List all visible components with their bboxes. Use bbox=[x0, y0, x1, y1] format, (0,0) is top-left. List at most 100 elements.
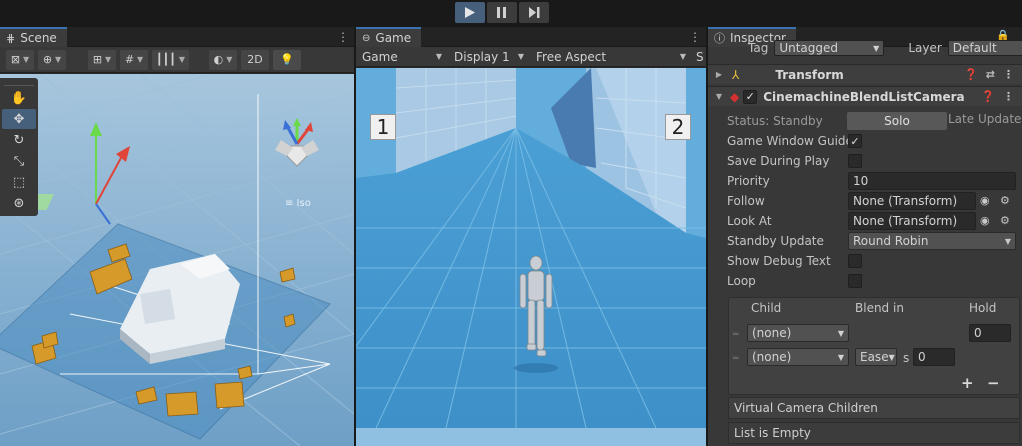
show-debug-text-row: Show Debug Text bbox=[727, 251, 847, 271]
component-enabled-checkbox[interactable]: ✓ bbox=[743, 89, 758, 104]
drag-handle-icon[interactable]: ═ bbox=[733, 354, 738, 364]
solo-button[interactable]: Solo bbox=[847, 112, 947, 130]
save-during-play-checkbox[interactable] bbox=[848, 154, 862, 168]
scene-tab-label: Scene bbox=[20, 31, 57, 45]
scale-tool-button[interactable]: ⤡ bbox=[2, 151, 36, 171]
child-select-1[interactable]: (none) ▼ bbox=[747, 348, 849, 366]
blend-time-input-1[interactable]: 0 bbox=[913, 348, 955, 366]
virtual-camera-children-header[interactable]: Virtual Camera Children bbox=[728, 397, 1020, 419]
status-row: Status: Standby bbox=[727, 111, 847, 131]
gamepad-icon: ⊖ bbox=[362, 32, 371, 44]
display-select[interactable]: Display 1 ▼ bbox=[448, 47, 530, 67]
column-hold-header: Hold bbox=[969, 301, 997, 315]
tab-scene[interactable]: ⋕ Scene bbox=[0, 27, 67, 47]
game-render bbox=[356, 68, 706, 446]
chevron-right-icon: ▶ bbox=[715, 70, 723, 79]
rect-tool-button[interactable]: ⬚ bbox=[2, 172, 36, 192]
lightbulb-icon: 💡 bbox=[280, 53, 294, 66]
add-item-button[interactable]: + bbox=[961, 374, 974, 392]
toggle-2d-label: 2D bbox=[247, 53, 263, 66]
scene-menu-icon[interactable]: ⋮ bbox=[337, 30, 349, 44]
chevron-down-icon: ▼ bbox=[679, 52, 686, 61]
child-select-0[interactable]: (none) ▼ bbox=[747, 324, 849, 342]
move-icon: ✥ bbox=[13, 111, 25, 127]
rect-icon: ⬚ bbox=[12, 174, 26, 190]
loop-checkbox[interactable] bbox=[848, 274, 862, 288]
blend-style-value-1: Ease bbox=[860, 350, 889, 364]
chevron-down-icon: ▼ bbox=[715, 92, 723, 101]
column-blend-header: Blend in bbox=[855, 301, 904, 315]
hand-tool-button[interactable]: ✋ bbox=[2, 88, 36, 108]
lighting-button[interactable]: 💡 bbox=[273, 49, 302, 70]
transform-header[interactable]: ▶ ⅄ Transform ❓ ⇄ ⋮ bbox=[708, 64, 1022, 84]
gear-icon[interactable]: ⚙ bbox=[1000, 214, 1010, 227]
layer-dropdown[interactable]: Default bbox=[947, 40, 1022, 56]
chevron-down-icon: ▼ bbox=[137, 55, 144, 64]
step-button[interactable] bbox=[519, 2, 549, 23]
children-list: List is Empty bbox=[728, 422, 1020, 444]
kebab-menu-icon[interactable]: ⋮ bbox=[1003, 90, 1014, 103]
chevron-down-icon: ▼ bbox=[837, 352, 844, 362]
remove-item-button[interactable]: − bbox=[987, 374, 1000, 392]
look-at-field[interactable]: None (Transform) bbox=[848, 212, 976, 230]
pause-button[interactable] bbox=[487, 2, 517, 23]
game-viewport[interactable]: 1 2 bbox=[356, 68, 706, 446]
help-icon[interactable]: ❓ bbox=[981, 90, 995, 103]
hold-input-0[interactable]: 0 bbox=[969, 324, 1011, 342]
game-panel: ⊖ Game ⋮ Game ▼ Display 1 ▼ Free Aspect ▼ S bbox=[356, 27, 706, 446]
blend-unit-label: s bbox=[903, 351, 910, 365]
snap-icon: ⊞ bbox=[92, 53, 103, 66]
toolbox-grip[interactable] bbox=[4, 80, 34, 86]
inspector-panel: ⓘ Inspector 🔒 Tag Untagged ▼ Layer Defaul… bbox=[708, 27, 1022, 446]
increment-dropdown[interactable]: ┃┃┃ ▼ bbox=[152, 49, 190, 70]
blendlist-header-icons: ❓ ⋮ bbox=[981, 90, 1014, 103]
move-tool-button[interactable]: ✥ bbox=[2, 109, 36, 129]
target-picker-icon[interactable]: ◉ bbox=[980, 194, 990, 207]
scale-slider-label[interactable]: S bbox=[692, 50, 704, 64]
kebab-menu-icon[interactable]: ⋮ bbox=[1003, 68, 1014, 81]
child-value-1: (none) bbox=[752, 350, 792, 364]
toggle-2d-button[interactable]: 2D bbox=[241, 49, 270, 70]
tag-value: Untagged bbox=[779, 41, 839, 55]
tab-game[interactable]: ⊖ Game bbox=[356, 27, 422, 47]
game-window-guides-label: Game Window Guides bbox=[727, 134, 860, 148]
grid-icon: # bbox=[124, 53, 135, 66]
play-button[interactable] bbox=[455, 2, 485, 23]
standby-update-dropdown[interactable]: Round Robin ▼ bbox=[848, 232, 1016, 250]
grid-dropdown[interactable]: # ▼ bbox=[120, 49, 148, 70]
transform-tool-button[interactable]: ⊛ bbox=[2, 193, 36, 213]
rotate-tool-button[interactable]: ↻ bbox=[2, 130, 36, 150]
draw-mode-icon: ⊠ bbox=[10, 53, 21, 66]
chevron-down-icon: ▼ bbox=[873, 43, 880, 53]
layer-value: Default bbox=[952, 41, 997, 55]
blend-style-select-1[interactable]: Ease ▼ bbox=[855, 348, 897, 366]
global-dropdown[interactable]: ⊕ ▼ bbox=[38, 49, 66, 70]
pause-icon bbox=[497, 7, 506, 18]
gear-icon[interactable]: ⚙ bbox=[1000, 194, 1010, 207]
blendlist-header[interactable]: ▼ ◆ ✓ CinemachineBlendListCamera ❓ ⋮ bbox=[708, 86, 1022, 106]
status-label: Status: Standby bbox=[727, 114, 823, 128]
chevron-down-icon: ▼ bbox=[226, 55, 233, 64]
snap-dropdown[interactable]: ⊞ ▼ bbox=[88, 49, 116, 70]
scene-panel: ⋕ Scene ⋮ ⊠▼ ⊕▼ ⊞▼ #▼ ┃┃┃▼ ◐▼ 2D 💡 bbox=[0, 27, 354, 446]
drag-handle-icon[interactable]: ═ bbox=[733, 330, 738, 340]
main-toolbar bbox=[0, 0, 1022, 26]
scene-viewport[interactable]: ✋ ✥ ↻ ⤡ ⬚ ⊛ ≡ Iso bbox=[0, 74, 354, 446]
game-menu-icon[interactable]: ⋮ bbox=[689, 30, 701, 44]
follow-field[interactable]: None (Transform) bbox=[848, 192, 976, 210]
aspect-select[interactable]: Free Aspect ▼ bbox=[530, 47, 692, 67]
save-during-play-label: Save During Play bbox=[727, 154, 830, 168]
scale-icon: ⤡ bbox=[13, 153, 25, 169]
help-icon[interactable]: ❓ bbox=[964, 68, 978, 81]
show-debug-text-checkbox[interactable] bbox=[848, 254, 862, 268]
shading-dropdown[interactable]: ◐ ▼ bbox=[209, 49, 238, 70]
projection-label[interactable]: ≡ Iso bbox=[285, 198, 311, 209]
tag-dropdown[interactable]: Untagged ▼ bbox=[774, 40, 885, 56]
draw-mode-dropdown[interactable]: ⊠ ▼ bbox=[6, 49, 34, 70]
target-picker-icon[interactable]: ◉ bbox=[980, 214, 990, 227]
priority-input[interactable]: 10 bbox=[848, 172, 1016, 190]
children-empty-label: List is Empty bbox=[734, 426, 811, 440]
game-view-select[interactable]: Game ▼ bbox=[356, 47, 448, 67]
game-window-guides-checkbox[interactable]: ✓ bbox=[848, 134, 862, 148]
preset-icon[interactable]: ⇄ bbox=[986, 68, 995, 81]
